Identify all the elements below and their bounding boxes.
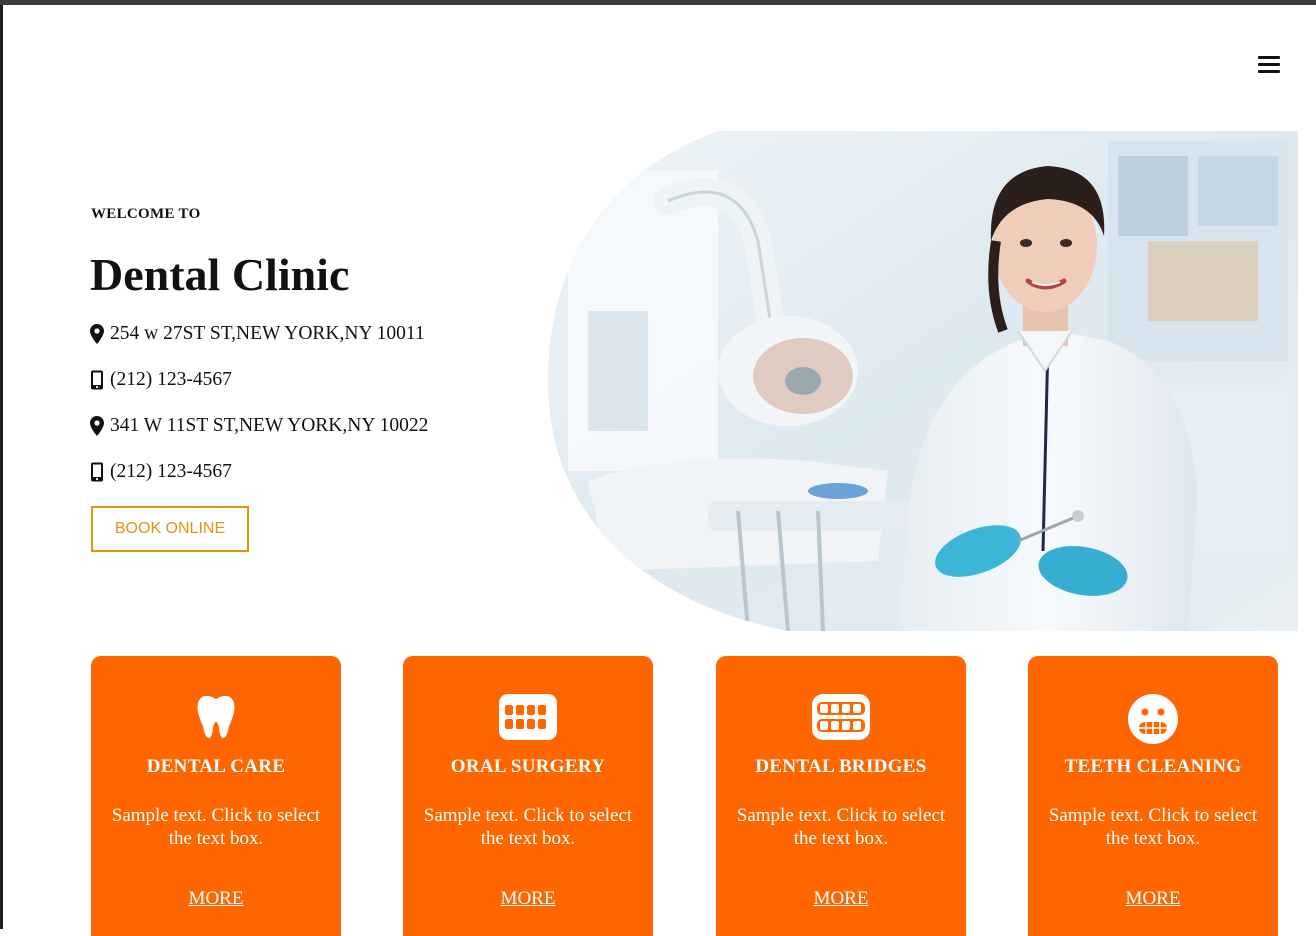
service-description: Sample text. Click to select the text bo…	[423, 805, 633, 849]
phone-line-2: (212) 123-4567	[90, 461, 232, 483]
service-card-dental-care: DENTAL CARE Sample text. Click to select…	[91, 656, 341, 936]
address-line-2: 341 W 11ST ST,NEW YORK,NY 10022	[90, 415, 428, 437]
book-online-button[interactable]: BOOK ONLINE	[91, 506, 249, 552]
welcome-label: WELCOME TO	[91, 206, 201, 222]
map-marker-icon	[90, 324, 104, 344]
more-link[interactable]: MORE	[1028, 888, 1278, 910]
service-card-teeth-cleaning: TEETH CLEANING Sample text. Click to sel…	[1028, 656, 1278, 936]
address-text: 341 W 11ST ST,NEW YORK,NY 10022	[110, 415, 429, 436]
service-title: DENTAL CARE	[146, 756, 286, 777]
service-description: Sample text. Click to select the text bo…	[736, 805, 946, 849]
service-card-dental-bridges: DENTAL BRIDGES Sample text. Click to sel…	[716, 656, 966, 936]
service-description: Sample text. Click to select the text bo…	[111, 805, 321, 849]
mobile-phone-icon	[91, 370, 103, 390]
address-line-1: 254 w 27ST ST,NEW YORK,NY 10011	[90, 323, 425, 345]
address-text: 254 w 27ST ST,NEW YORK,NY 10011	[110, 323, 425, 344]
service-card-oral-surgery: ORAL SURGERY Sample text. Click to selec…	[403, 656, 653, 936]
hero-photo	[548, 131, 1298, 631]
phone-text: (212) 123-4567	[110, 461, 232, 482]
hamburger-menu-icon[interactable]	[1258, 56, 1280, 76]
service-title: TEETH CLEANING	[1064, 756, 1242, 777]
service-title: DENTAL BRIDGES	[755, 756, 927, 777]
tooth-icon	[197, 695, 235, 738]
more-link[interactable]: MORE	[403, 888, 653, 910]
grimace-face-icon	[1128, 694, 1178, 744]
teeth-grid-icon	[499, 694, 557, 740]
dentures-icon	[812, 694, 870, 740]
service-title: ORAL SURGERY	[450, 756, 606, 777]
service-description: Sample text. Click to select the text bo…	[1048, 805, 1258, 849]
map-marker-icon	[90, 416, 104, 436]
page-title: Dental Clinic	[90, 249, 350, 300]
mobile-phone-icon	[91, 462, 103, 482]
phone-line-1: (212) 123-4567	[90, 369, 232, 391]
browser-top-bar	[0, 0, 1316, 5]
window-left-edge	[0, 5, 3, 929]
more-link[interactable]: MORE	[716, 888, 966, 910]
more-link[interactable]: MORE	[91, 888, 341, 910]
phone-text: (212) 123-4567	[110, 369, 232, 390]
